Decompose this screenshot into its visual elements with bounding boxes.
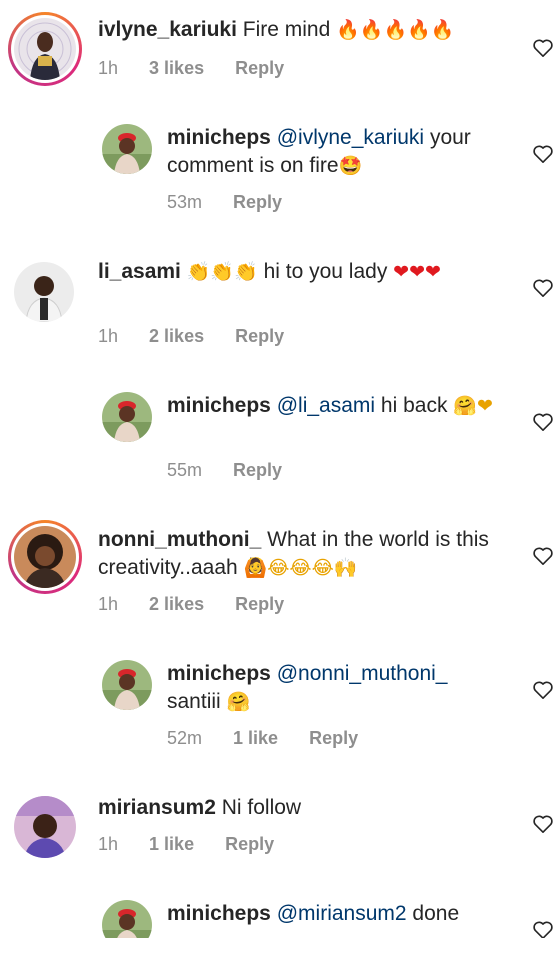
heart-outline-icon[interactable] [532, 680, 554, 700]
reply-button[interactable]: Reply [233, 460, 282, 481]
comment-time: 1h [98, 834, 119, 854]
like-count[interactable]: 1 like [233, 728, 278, 749]
comment-username[interactable]: minicheps [167, 394, 271, 417]
comment-emojis: 🤗 [226, 691, 251, 713]
comment-text: hi back [380, 394, 448, 417]
comment-time: 55m [167, 460, 203, 480]
comment-username[interactable]: minicheps [167, 662, 271, 685]
avatar[interactable] [14, 18, 76, 80]
like-count[interactable]: 1 like [149, 834, 194, 855]
like-count[interactable]: 2 likes [149, 326, 204, 347]
comment-text: done [412, 902, 460, 925]
comment-text: santiii [167, 690, 221, 713]
comment-username[interactable]: minicheps [167, 126, 271, 149]
clap-emojis: 👏👏👏 [186, 261, 258, 283]
mention-link[interactable]: @li_asami [277, 394, 375, 417]
reply-button[interactable]: Reply [225, 834, 274, 855]
comment-time: 1h [98, 58, 119, 78]
comment-emojis: 🤗❤ [453, 395, 493, 417]
mention-link[interactable]: @ivlyne_kariuki [277, 126, 424, 149]
comment-username[interactable]: li_asami [98, 260, 181, 283]
bottom-fade [0, 938, 556, 955]
mention-link[interactable]: @miriansum2 [277, 902, 407, 925]
heart-outline-icon[interactable] [532, 546, 554, 566]
reply-button[interactable]: Reply [309, 728, 358, 749]
reply-button[interactable]: Reply [235, 58, 284, 79]
avatar[interactable] [102, 392, 152, 442]
comment-text: Fire mind [242, 18, 331, 41]
reply-button[interactable]: Reply [235, 594, 284, 615]
heart-outline-icon[interactable] [532, 38, 554, 58]
comment-emojis: 🔥🔥🔥🔥🔥 [336, 19, 455, 41]
mention-link[interactable]: @nonni_muthoni_ [277, 662, 448, 685]
reply-button[interactable]: Reply [233, 192, 282, 213]
heart-outline-icon[interactable] [532, 412, 554, 432]
comment-time: 53m [167, 192, 203, 212]
avatar[interactable] [102, 660, 152, 710]
comment-text: Ni follow [221, 796, 302, 819]
comment-username[interactable]: ivlyne_kariuki [98, 18, 237, 41]
avatar[interactable] [102, 124, 152, 174]
comment-username[interactable]: minicheps [167, 902, 271, 925]
like-count[interactable]: 3 likes [149, 58, 204, 79]
comment-time: 1h [98, 326, 119, 346]
heart-outline-icon[interactable] [532, 814, 554, 834]
comment-emojis: 🤩 [338, 155, 363, 177]
heart-outline-icon[interactable] [532, 278, 554, 298]
heart-outline-icon[interactable] [532, 920, 554, 940]
comment-time: 1h [98, 594, 119, 614]
avatar[interactable] [14, 262, 74, 322]
avatar[interactable] [14, 526, 76, 588]
like-count[interactable]: 2 likes [149, 594, 204, 615]
comment-text: hi to you lady [263, 260, 388, 283]
avatar[interactable] [14, 796, 76, 858]
reply-button[interactable]: Reply [235, 326, 284, 347]
comment-emojis: ❤❤❤ [393, 261, 441, 283]
comment-emojis: 🙆😂😂😂🙌 [243, 557, 358, 579]
heart-outline-icon[interactable] [532, 144, 554, 164]
comment-time: 52m [167, 728, 203, 748]
comment-username[interactable]: miriansum2 [98, 796, 216, 819]
comment-username[interactable]: nonni_muthoni_ [98, 528, 261, 551]
